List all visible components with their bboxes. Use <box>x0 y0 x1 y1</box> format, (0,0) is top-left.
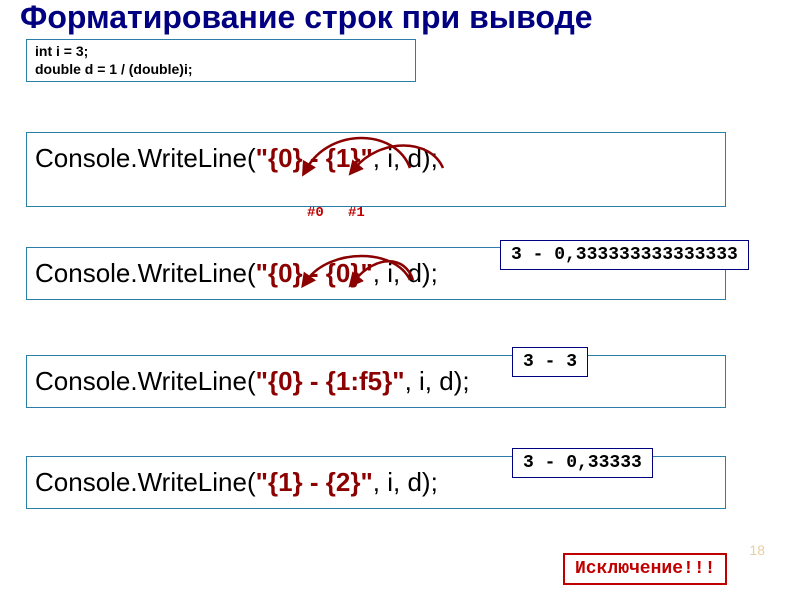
code3-fmt: "{0} - {1:f5}" <box>256 366 405 396</box>
decl-box: int i = 3; double d = 1 / (double)i; <box>26 39 416 81</box>
code1-fmt: "{0} - {1}" <box>256 143 373 173</box>
code2-suffix: , i, d); <box>373 258 438 288</box>
output-box-2: 3 - 3 <box>512 347 588 377</box>
output-box-1: 3 - 0,333333333333333 <box>500 240 749 270</box>
code-box-3: Console.WriteLine("{0} - {1:f5}", i, d); <box>26 355 726 408</box>
output-box-3: 3 - 0,33333 <box>512 448 653 478</box>
code2-prefix: Console.WriteLine( <box>35 258 256 288</box>
arrows-ex1 <box>0 0 800 250</box>
code-box-1: Console.WriteLine("{0} - {1}", i, d); <box>26 132 726 207</box>
code4-prefix: Console.WriteLine( <box>35 467 256 497</box>
decl-line-1: int i = 3; <box>35 42 407 60</box>
code1-prefix: Console.WriteLine( <box>35 143 256 173</box>
code1-suffix: , i, d); <box>373 143 438 173</box>
label-hash0: #0 <box>307 205 324 221</box>
code3-prefix: Console.WriteLine( <box>35 366 256 396</box>
label-hash1: #1 <box>348 205 365 221</box>
code4-suffix: , i, d); <box>373 467 438 497</box>
page-number: 18 <box>749 542 765 558</box>
exception-box: Исключение!!! <box>563 553 727 585</box>
code4-fmt: "{1} - {2}" <box>256 467 373 497</box>
code3-suffix: , i, d); <box>405 366 470 396</box>
slide-title: Форматирование строк при выводе <box>0 0 800 35</box>
code2-fmt: "{0} - {0}" <box>256 258 373 288</box>
decl-line-2: double d = 1 / (double)i; <box>35 60 407 78</box>
